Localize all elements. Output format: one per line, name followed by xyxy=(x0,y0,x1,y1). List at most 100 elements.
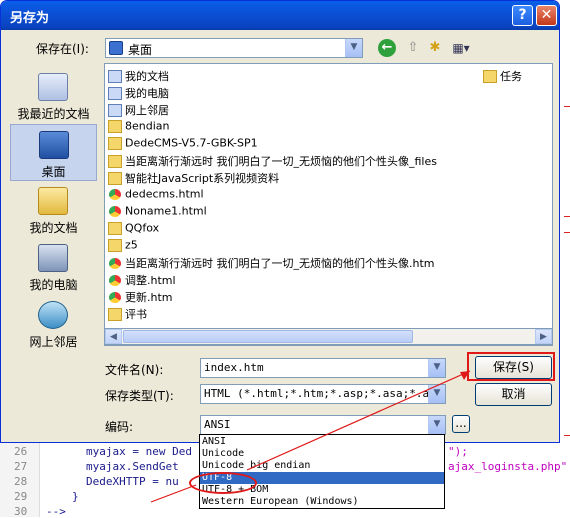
new-folder-icon[interactable]: ✱ xyxy=(426,39,444,57)
list-item[interactable]: 智能社JavaScript系列视频资料 xyxy=(108,170,279,186)
chevron-down-icon[interactable]: ▼ xyxy=(428,359,445,377)
editor-marker xyxy=(564,106,570,107)
chrome-html-icon xyxy=(108,256,122,270)
list-item[interactable]: 更新.htm xyxy=(108,289,173,305)
editor-marker xyxy=(564,216,570,217)
folder-shortcut-icon xyxy=(108,221,122,235)
views-menu-icon[interactable]: ▦▾ xyxy=(450,39,472,57)
list-item[interactable]: 我的电脑 xyxy=(108,85,169,101)
list-item[interactable]: 当距离渐行渐远时 我们明白了一切_无烦恼的他们个性头像.htm xyxy=(108,255,435,271)
place-my-documents[interactable]: 我的文档 xyxy=(10,181,97,238)
encoding-value: ANSI xyxy=(204,418,231,431)
chrome-html-icon xyxy=(108,290,122,304)
back-icon[interactable]: ← xyxy=(378,39,396,57)
chevron-down-icon[interactable]: ▼ xyxy=(345,39,362,57)
place-label: 我的文档 xyxy=(29,221,78,235)
filetype-select[interactable]: HTML (*.html;*.htm;*.asp;*.asa;*.aspx ▼ xyxy=(200,384,446,404)
code-line: --> xyxy=(46,505,66,518)
list-item[interactable]: 调整.html xyxy=(108,272,176,288)
annotation-circle xyxy=(189,472,257,494)
chrome-html-icon xyxy=(108,273,122,287)
save-in-combo[interactable]: 桌面 ▼ xyxy=(105,38,363,58)
my-documents-icon xyxy=(108,69,122,83)
encoding-label: 编码: xyxy=(105,420,134,434)
file-list[interactable]: 我的文档 我的电脑 网上邻居 8endian DedeCMS-V5.7-GBK-… xyxy=(104,63,553,346)
place-my-computer[interactable]: 我的电脑 xyxy=(10,238,97,295)
code-string: "); xyxy=(448,445,468,458)
line-number: 27 xyxy=(14,460,28,473)
line-number: 29 xyxy=(14,490,28,503)
editor-marker xyxy=(564,435,570,436)
save-in-label: 保存在(I): xyxy=(36,42,89,56)
recent-documents-icon xyxy=(38,73,68,101)
list-item[interactable]: 评书 xyxy=(108,306,147,322)
filename-label: 文件名(N): xyxy=(105,363,164,377)
folder-icon xyxy=(108,136,122,150)
list-item[interactable]: Noname1.html xyxy=(108,204,207,220)
encoding-select[interactable]: ANSI ▼ xyxy=(200,415,446,435)
code-string: ajax_loginsta.php" xyxy=(448,460,568,473)
scroll-right-icon[interactable]: ▶ xyxy=(535,329,552,344)
code-line: DedeXHTTP = nu xyxy=(86,475,179,488)
line-number: 30 xyxy=(14,505,28,518)
folder-icon xyxy=(108,171,122,185)
network-places-icon xyxy=(38,301,68,329)
list-item[interactable]: dedecms.html xyxy=(108,187,204,203)
encoding-option[interactable]: Unicode xyxy=(200,448,444,460)
line-number: 26 xyxy=(14,445,28,458)
title-bar[interactable]: 另存为 ? ✕ xyxy=(1,1,559,30)
chrome-html-icon xyxy=(108,204,122,218)
encoding-option[interactable]: ANSI xyxy=(200,436,444,448)
encoding-option[interactable]: Unicode big endian xyxy=(200,460,444,472)
filename-input[interactable]: index.htm ▼ xyxy=(200,358,446,378)
list-item[interactable]: 我的文档 xyxy=(108,68,169,84)
list-item[interactable]: 任务 xyxy=(483,68,522,84)
filename-value: index.htm xyxy=(204,361,264,374)
place-label: 我最近的文档 xyxy=(17,107,90,121)
horizontal-scrollbar[interactable]: ◀ ▶ xyxy=(104,328,553,345)
my-documents-icon xyxy=(38,187,68,215)
filetype-value: HTML (*.html;*.htm;*.asp;*.asa;*.aspx xyxy=(204,387,446,400)
list-item[interactable]: 当距离渐行渐远时 我们明白了一切_无烦恼的他们个性头像_files xyxy=(108,153,437,169)
place-recent-documents[interactable]: 我最近的文档 xyxy=(10,67,97,124)
folder-icon xyxy=(108,119,122,133)
annotation-save-highlight xyxy=(467,352,555,381)
folder-shortcut-icon xyxy=(108,307,122,321)
place-label: 桌面 xyxy=(41,165,66,179)
places-bar: 我最近的文档 桌面 我的文档 我的电脑 网上邻居 xyxy=(10,63,97,349)
place-label: 我的电脑 xyxy=(29,278,78,292)
encoding-option[interactable]: Western European (Windows) xyxy=(200,496,444,508)
code-line: } xyxy=(72,490,79,503)
encoding-dropdown-list[interactable]: ANSI Unicode Unicode big endian UTF-8 UT… xyxy=(199,434,445,509)
network-places-icon xyxy=(108,103,122,117)
desktop-icon xyxy=(39,131,69,159)
editor-marker xyxy=(564,232,570,233)
folder-shortcut-icon xyxy=(108,238,122,252)
place-desktop[interactable]: 桌面 xyxy=(10,124,97,181)
chrome-html-icon xyxy=(108,187,122,201)
list-item[interactable]: QQfox xyxy=(108,221,159,237)
dialog-title: 另存为 xyxy=(10,11,50,26)
place-label: 网上邻居 xyxy=(29,335,78,349)
list-item[interactable]: DedeCMS-V5.7-GBK-SP1 xyxy=(108,136,258,152)
my-computer-icon xyxy=(38,244,68,272)
cancel-button[interactable]: 取消 xyxy=(475,383,552,406)
list-item[interactable]: 8endian xyxy=(108,119,170,135)
place-network[interactable]: 网上邻居 xyxy=(10,295,97,352)
desktop-icon xyxy=(109,41,123,55)
up-folder-icon[interactable]: ⇧ xyxy=(404,39,422,57)
close-button[interactable]: ✕ xyxy=(536,5,557,26)
folder-icon xyxy=(108,154,122,168)
chevron-down-icon[interactable]: ▼ xyxy=(428,416,445,434)
save-in-value: 桌面 xyxy=(128,43,153,57)
help-button[interactable]: ? xyxy=(512,5,533,26)
line-number: 28 xyxy=(14,475,28,488)
list-item[interactable]: z5 xyxy=(108,238,138,254)
scrollbar-thumb[interactable] xyxy=(123,330,413,343)
list-item[interactable]: 网上邻居 xyxy=(108,102,169,118)
encoding-more-button[interactable]: ... xyxy=(452,415,470,433)
filetype-label: 保存类型(T): xyxy=(105,389,174,403)
scroll-left-icon[interactable]: ◀ xyxy=(105,329,122,344)
code-line: myajax.SendGet xyxy=(86,460,179,473)
chevron-down-icon[interactable]: ▼ xyxy=(428,385,445,403)
